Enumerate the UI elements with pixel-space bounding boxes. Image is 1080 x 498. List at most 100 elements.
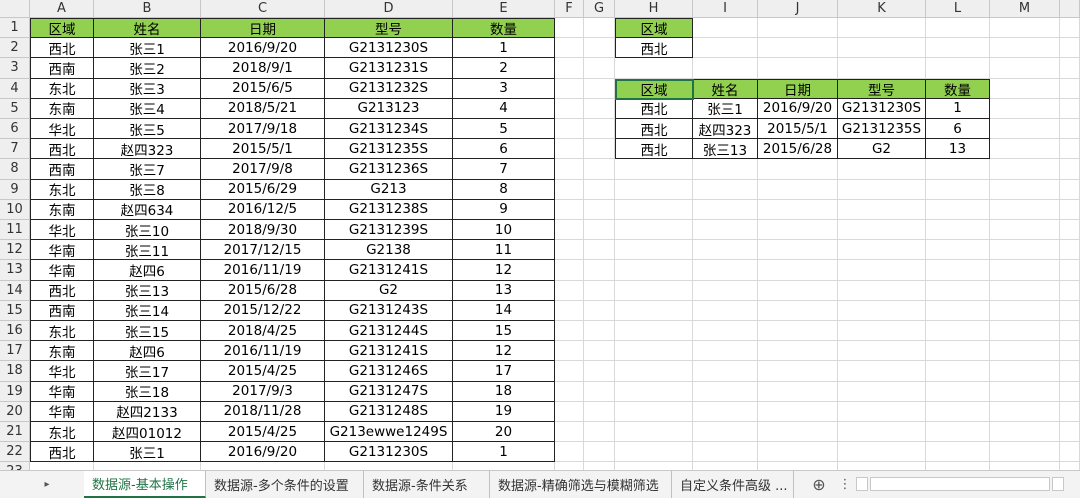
cell[interactable] [838, 422, 926, 443]
cell[interactable] [693, 462, 758, 470]
column-header[interactable]: C [201, 0, 325, 18]
table-cell[interactable]: G2138 [325, 240, 453, 261]
row-header[interactable]: 20 [0, 401, 30, 422]
table-header[interactable]: 型号 [325, 18, 453, 39]
cell[interactable] [758, 220, 838, 241]
sheet-tab[interactable]: 数据源-精确筛选与模糊筛选 [490, 471, 672, 498]
table-cell[interactable]: G213ewwe1249S [325, 422, 453, 443]
table-cell[interactable]: 2017/9/8 [201, 159, 325, 180]
scroll-right-arrow[interactable] [1052, 477, 1064, 491]
cell[interactable] [990, 361, 1060, 382]
cell[interactable] [838, 442, 926, 463]
cell[interactable] [926, 18, 990, 39]
cell[interactable] [926, 381, 990, 402]
table-cell[interactable]: 2015/6/5 [201, 78, 325, 99]
table-cell[interactable]: 12 [453, 260, 555, 281]
table-cell[interactable]: 2 [453, 58, 555, 79]
table-cell[interactable]: 张三17 [94, 361, 201, 382]
cell[interactable] [693, 361, 758, 382]
row-header[interactable]: 8 [0, 159, 30, 180]
cell[interactable] [990, 321, 1060, 342]
table-cell[interactable]: 西北 [30, 139, 94, 160]
cell[interactable] [758, 199, 838, 220]
table-cell[interactable]: 20 [453, 422, 555, 443]
cell[interactable] [584, 159, 615, 180]
row-header[interactable]: 13 [0, 260, 30, 281]
table-cell[interactable]: 2016/11/19 [201, 260, 325, 281]
cell[interactable] [615, 462, 693, 470]
cell[interactable] [926, 240, 990, 261]
cell[interactable] [693, 240, 758, 261]
table-cell[interactable]: 1 [453, 38, 555, 59]
cell[interactable] [555, 38, 584, 59]
table-cell[interactable]: 西南 [30, 300, 94, 321]
row-header[interactable]: 14 [0, 280, 30, 301]
table-cell[interactable]: G213 [325, 179, 453, 200]
sheet-tab[interactable]: 数据源-条件关系 [364, 471, 490, 498]
cell[interactable] [615, 159, 693, 180]
cell[interactable] [990, 159, 1060, 180]
cell[interactable] [758, 58, 838, 79]
cell[interactable] [926, 199, 990, 220]
table-cell[interactable]: 西北 [615, 139, 693, 160]
cell[interactable] [926, 442, 990, 463]
table-cell[interactable]: 6 [926, 119, 990, 140]
table-cell[interactable]: 12 [453, 341, 555, 362]
cell[interactable] [990, 422, 1060, 443]
column-header[interactable]: F [555, 0, 584, 18]
cell[interactable] [693, 58, 758, 79]
cell[interactable] [555, 341, 584, 362]
table-cell[interactable]: 2017/9/3 [201, 381, 325, 402]
column-header[interactable]: L [926, 0, 990, 18]
table-cell[interactable]: G2131239S [325, 220, 453, 241]
cell[interactable] [555, 401, 584, 422]
cell[interactable] [555, 300, 584, 321]
table-cell[interactable]: 华北 [30, 119, 94, 140]
table-cell[interactable]: 张三1 [693, 98, 758, 119]
cell[interactable] [693, 220, 758, 241]
cell[interactable] [693, 159, 758, 180]
cell[interactable] [693, 442, 758, 463]
cell[interactable] [615, 341, 693, 362]
cell[interactable] [838, 240, 926, 261]
cell[interactable] [693, 280, 758, 301]
cell[interactable] [555, 240, 584, 261]
cell[interactable] [584, 361, 615, 382]
cell[interactable] [555, 442, 584, 463]
cell[interactable] [758, 260, 838, 281]
cell[interactable] [584, 98, 615, 119]
cell[interactable] [990, 18, 1060, 39]
cell[interactable] [1060, 341, 1080, 362]
cell[interactable] [94, 462, 201, 470]
table-cell[interactable]: G2131243S [325, 300, 453, 321]
cell[interactable] [584, 240, 615, 261]
table-cell[interactable]: 张三18 [94, 381, 201, 402]
table-cell[interactable]: 4 [453, 98, 555, 119]
table-cell[interactable]: 华北 [30, 220, 94, 241]
cell[interactable] [555, 139, 584, 160]
row-header[interactable]: 3 [0, 58, 30, 79]
cell[interactable] [584, 280, 615, 301]
cell[interactable] [758, 422, 838, 443]
table-cell[interactable]: 西南 [30, 159, 94, 180]
cell[interactable] [584, 220, 615, 241]
table-cell[interactable]: 东北 [30, 321, 94, 342]
table-cell[interactable]: 6 [453, 139, 555, 160]
row-header[interactable]: 23 [0, 462, 30, 470]
cell[interactable] [926, 159, 990, 180]
cell[interactable] [926, 38, 990, 59]
cell[interactable] [990, 401, 1060, 422]
cell[interactable] [990, 139, 1060, 160]
table-cell[interactable]: 西北 [30, 442, 94, 463]
sheet-tab[interactable]: 数据源-基本操作 [84, 471, 206, 498]
table-cell[interactable]: 张三2 [94, 58, 201, 79]
sheet-tab[interactable]: 自定义条件高级 ... [672, 471, 794, 498]
cell[interactable] [584, 119, 615, 140]
table-cell[interactable]: 东南 [30, 199, 94, 220]
table-cell[interactable]: 2016/9/20 [758, 98, 838, 119]
cell[interactable] [926, 280, 990, 301]
cell[interactable] [1060, 159, 1080, 180]
cell[interactable] [990, 341, 1060, 362]
cell[interactable] [1060, 220, 1080, 241]
cell[interactable] [615, 199, 693, 220]
